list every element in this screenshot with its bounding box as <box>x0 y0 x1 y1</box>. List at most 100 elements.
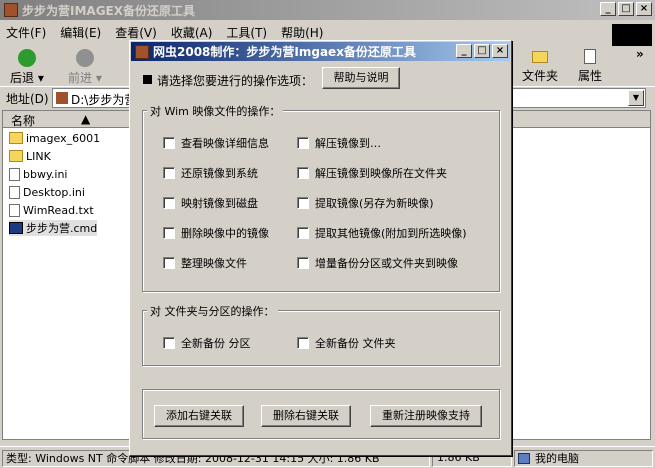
list-item[interactable]: LINK <box>9 148 51 164</box>
file-name: 步步为营.cmd <box>26 222 98 235</box>
checkbox-extract-to-folder[interactable]: 解压镜像到映像所在文件夹 <box>297 165 447 181</box>
folders-label: 文件夹 <box>522 69 559 83</box>
cmd-file-icon <box>9 222 23 234</box>
checkbox-label: 全新备份 文件夹 <box>315 337 396 350</box>
checkbox-icon[interactable] <box>163 337 175 349</box>
checkbox-icon[interactable] <box>297 257 309 269</box>
checkbox-label: 提取镜像(另存为新映像) <box>315 197 434 210</box>
file-name: WimRead.txt <box>23 203 94 217</box>
help-button[interactable]: 帮助与说明 <box>322 67 400 89</box>
checkbox-icon[interactable] <box>297 337 309 349</box>
checkbox-label: 增量备份分区或文件夹到映像 <box>315 257 458 270</box>
windows-logo-box <box>612 24 652 46</box>
menu-help[interactable]: 帮助(H) <box>281 24 323 41</box>
list-item-selected[interactable]: 步步为营.cmd <box>9 220 98 236</box>
menu-edit[interactable]: 编辑(E) <box>60 24 101 41</box>
close-icon[interactable]: × <box>492 44 508 58</box>
checkbox-icon[interactable] <box>297 227 309 239</box>
list-item[interactable]: bbwy.ini <box>9 166 67 182</box>
folder-icon <box>9 132 23 144</box>
list-item[interactable]: Desktop.ini <box>9 184 85 200</box>
wim-group-label: 对 Wim 映像文件的操作： <box>147 103 284 119</box>
explorer-titlebar[interactable]: 步步为营IMAGEX备份还原工具 _ □ × <box>0 0 655 20</box>
txt-file-icon <box>9 203 20 217</box>
checkbox-icon[interactable] <box>163 137 175 149</box>
forward-arrow-icon <box>75 49 94 67</box>
menu-bar: 文件(F) 编辑(E) 查看(V) 收藏(A) 工具(T) 帮助(H) <box>0 22 337 42</box>
checkbox-extract-to[interactable]: 解压镜像到… <box>297 135 381 151</box>
file-name: imagex_6001 <box>26 131 101 145</box>
menu-file[interactable]: 文件(F) <box>6 24 46 41</box>
menu-favorites[interactable]: 收藏(A) <box>171 24 213 41</box>
ini-file-icon <box>9 185 20 199</box>
checkbox-icon[interactable] <box>297 167 309 179</box>
address-dropdown-icon[interactable]: ▼ <box>628 90 644 106</box>
dialog-title: 网虫2008制作：步步为营Imgaex备份还原工具 <box>153 45 416 59</box>
properties-button[interactable]: 属性 <box>578 49 602 84</box>
dialog-prompt: 请选择您要进行的操作选项： <box>157 74 314 88</box>
checkbox-icon[interactable] <box>297 197 309 209</box>
checkbox-icon[interactable] <box>163 197 175 209</box>
checkbox-label: 还原镜像到系统 <box>181 167 258 180</box>
ini-file-icon <box>9 167 20 181</box>
file-name: LINK <box>26 149 51 163</box>
checkbox-label: 解压镜像到映像所在文件夹 <box>315 167 447 180</box>
column-name[interactable]: 名称 <box>11 112 35 129</box>
add-context-menu-button[interactable]: 添加右键关联 <box>154 405 244 427</box>
list-item[interactable]: WimRead.txt <box>9 202 94 218</box>
sort-up-icon: ▲ <box>81 112 91 126</box>
status-location: 我的电脑 <box>514 450 653 467</box>
minimize-icon[interactable]: _ <box>456 44 472 58</box>
folder-icon <box>532 51 548 63</box>
forward-label: 前进 <box>68 71 93 85</box>
remove-context-menu-button[interactable]: 删除右键关联 <box>261 405 351 427</box>
checkbox-mount-disk[interactable]: 映射镜像到磁盘 <box>163 195 258 211</box>
properties-label: 属性 <box>578 69 603 83</box>
address-value: D:\步步为营 <box>71 93 137 107</box>
app-icon <box>4 3 18 17</box>
checkbox-export-new[interactable]: 提取镜像(另存为新映像) <box>297 195 434 211</box>
explorer-title: 步步为营IMAGEX备份还原工具 <box>22 3 195 18</box>
status-location-label: 我的电脑 <box>535 452 579 465</box>
checkbox-label: 整理映像文件 <box>181 257 247 270</box>
checkbox-optimize[interactable]: 整理映像文件 <box>163 255 247 271</box>
forward-button[interactable]: 前进 ▾ <box>68 49 102 86</box>
dialog-app-icon <box>135 44 149 59</box>
list-item[interactable]: imagex_6001 <box>9 130 100 146</box>
computer-icon <box>518 453 530 464</box>
imagex-dialog: 网虫2008制作：步步为营Imgaex备份还原工具 _ □ × 请选择您要进行的… <box>129 40 512 456</box>
checkbox-label: 删除映像中的镜像 <box>181 227 269 240</box>
back-button[interactable]: 后退 ▾ <box>10 49 44 86</box>
close-icon[interactable]: × <box>636 2 652 16</box>
reregister-image-button[interactable]: 重新注册映像支持 <box>370 405 482 427</box>
checkbox-label: 提取其他镜像(附加到所选映像) <box>315 227 467 240</box>
checkbox-icon[interactable] <box>163 227 175 239</box>
address-label: 地址(D) <box>6 92 49 106</box>
file-name: bbwy.ini <box>23 167 68 181</box>
checkbox-backup-partition[interactable]: 全新备份 分区 <box>163 335 251 351</box>
checkbox-icon[interactable] <box>297 137 309 149</box>
bullet-icon <box>143 75 152 84</box>
folders-button[interactable]: 文件夹 <box>522 49 558 84</box>
checkbox-icon[interactable] <box>163 257 175 269</box>
maximize-icon[interactable]: □ <box>618 2 634 16</box>
checkbox-restore-system[interactable]: 还原镜像到系统 <box>163 165 258 181</box>
menu-view[interactable]: 查看(V) <box>115 24 157 41</box>
maximize-icon[interactable]: □ <box>474 44 490 58</box>
back-label: 后退 <box>10 71 35 85</box>
minimize-icon[interactable]: _ <box>600 2 616 16</box>
folder-icon <box>9 150 23 162</box>
back-arrow-icon <box>17 49 36 67</box>
checkbox-view-info[interactable]: 查看映像详细信息 <box>163 135 269 151</box>
checkbox-delete-image[interactable]: 删除映像中的镜像 <box>163 225 269 241</box>
properties-icon <box>584 49 596 64</box>
checkbox-export-append[interactable]: 提取其他镜像(附加到所选映像) <box>297 225 467 241</box>
menu-tools[interactable]: 工具(T) <box>226 24 267 41</box>
dialog-titlebar[interactable]: 网虫2008制作：步步为营Imgaex备份还原工具 _ □ × <box>131 42 510 61</box>
checkbox-icon[interactable] <box>163 167 175 179</box>
toolbar-more-button[interactable]: » <box>636 47 644 61</box>
partition-group-label: 对 文件夹与分区的操作： <box>147 303 278 319</box>
checkbox-backup-folder[interactable]: 全新备份 文件夹 <box>297 335 396 351</box>
checkbox-incremental-backup[interactable]: 增量备份分区或文件夹到映像 <box>297 255 458 271</box>
address-folder-icon <box>56 92 68 104</box>
